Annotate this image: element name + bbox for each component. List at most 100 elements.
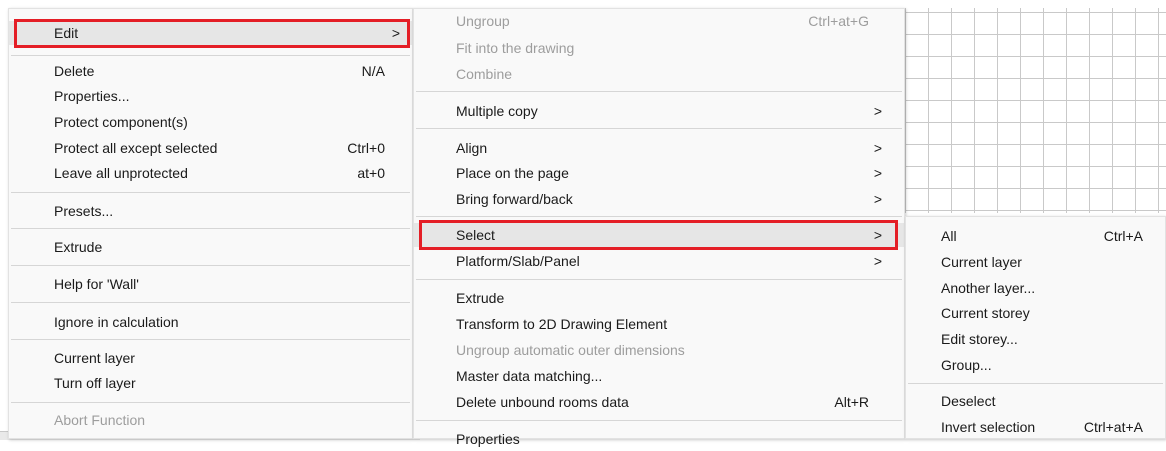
menu-item-bring-forward[interactable]: Bring forward/back > <box>414 187 904 211</box>
submenu-edit: Ungroup Ctrl+at+G Fit into the drawing C… <box>413 8 905 447</box>
menu-item-all[interactable]: All Ctrl+A <box>906 224 1165 248</box>
context-menu-main: Edit > Delete N/A Properties... Protect … <box>8 8 413 439</box>
menu-item-combine-label: Combine <box>456 66 513 82</box>
menu-item-presets-label: Presets... <box>54 203 114 219</box>
menu-separator <box>11 339 410 340</box>
menu-separator <box>11 402 410 403</box>
menu-separator <box>416 128 902 129</box>
menu-item-delete[interactable]: Delete N/A <box>9 59 412 83</box>
menu-item-edit-storey[interactable]: Edit storey... <box>906 327 1165 351</box>
menu-item-edit-storey-label: Edit storey... <box>941 331 1018 347</box>
chevron-right-icon: > <box>873 140 883 156</box>
menu-item-current-layer[interactable]: Current layer <box>906 250 1165 274</box>
menu-item-properties-label: Properties <box>456 431 520 447</box>
menu-separator <box>11 228 410 229</box>
menu-item-ungroup-shortcut: Ctrl+at+G <box>808 13 869 29</box>
menu-item-invert-selection-shortcut: Ctrl+at+A <box>1083 419 1143 435</box>
menu-item-protect-all-except[interactable]: Protect all except selected Ctrl+0 <box>9 136 412 160</box>
menu-item-fit-drawing-label: Fit into the drawing <box>456 40 575 56</box>
menu-item-all-shortcut: Ctrl+A <box>1103 228 1143 244</box>
menu-separator <box>11 192 410 193</box>
menu-item-all-label: All <box>941 228 957 244</box>
menu-separator <box>416 279 902 280</box>
menu-item-delete-unbound-label: Delete unbound rooms data <box>456 394 629 410</box>
menu-item-help-wall[interactable]: Help for 'Wall' <box>9 272 412 296</box>
menu-item-multiple-copy[interactable]: Multiple copy > <box>414 99 904 123</box>
menu-item-current-storey-label: Current storey <box>941 305 1030 321</box>
menu-item-current-layer-label: Current layer <box>54 350 135 366</box>
menu-item-edit-label: Edit <box>54 25 79 41</box>
menu-item-delete-label: Delete <box>54 63 95 79</box>
menu-item-leave-unprotected[interactable]: Leave all unprotected at+0 <box>9 161 412 185</box>
menu-separator <box>416 216 902 217</box>
menu-separator <box>11 55 410 56</box>
menu-item-ungroup[interactable]: Ungroup Ctrl+at+G <box>414 9 904 33</box>
chevron-right-icon: > <box>873 165 883 181</box>
menu-item-platform[interactable]: Platform/Slab/Panel > <box>414 249 904 273</box>
menu-item-ignore-calc-label: Ignore in calculation <box>54 314 179 330</box>
menu-item-master-data-label: Master data matching... <box>456 368 603 384</box>
menu-separator <box>416 420 902 421</box>
menu-item-extrude-label: Extrude <box>54 239 103 255</box>
chevron-right-icon: > <box>873 227 883 243</box>
menu-item-delete-unbound-shortcut: Alt+R <box>834 394 869 410</box>
menu-item-group-label: Group... <box>941 357 992 373</box>
chevron-right-icon: > <box>873 191 883 207</box>
menu-item-leave-unprotected-shortcut: at+0 <box>357 165 385 181</box>
menu-item-bring-forward-label: Bring forward/back <box>456 191 573 207</box>
menu-item-extrude[interactable]: Extrude <box>414 286 904 310</box>
menu-separator <box>908 383 1163 384</box>
menu-item-protect-all-except-shortcut: Ctrl+0 <box>347 140 385 156</box>
menu-separator <box>11 302 410 303</box>
menu-item-place-on-page-label: Place on the page <box>456 165 569 181</box>
menu-item-place-on-page[interactable]: Place on the page > <box>414 161 904 185</box>
menu-item-ungroup-auto[interactable]: Ungroup automatic outer dimensions <box>414 338 904 362</box>
menu-item-combine[interactable]: Combine <box>414 62 904 86</box>
menu-item-align[interactable]: Align > <box>414 136 904 160</box>
menu-item-current-layer-label: Current layer <box>941 254 1022 270</box>
menu-item-ignore-calc[interactable]: Ignore in calculation <box>9 310 412 334</box>
menu-item-align-label: Align <box>456 140 488 156</box>
menu-item-select[interactable]: Select > <box>414 223 904 247</box>
menu-item-properties[interactable]: Properties <box>414 427 904 451</box>
menu-item-invert-selection-label: Invert selection <box>941 419 1036 435</box>
menu-item-fit-drawing[interactable]: Fit into the drawing <box>414 36 904 60</box>
menu-item-extrude-label: Extrude <box>456 290 505 306</box>
menu-separator <box>416 91 902 92</box>
menu-item-invert-selection[interactable]: Invert selection Ctrl+at+A <box>906 415 1165 439</box>
menu-item-help-wall-label: Help for 'Wall' <box>54 276 139 292</box>
menu-item-another-layer[interactable]: Another layer... <box>906 276 1165 300</box>
menu-item-turn-off-layer-label: Turn off layer <box>54 375 136 391</box>
menu-item-protect-components-label: Protect component(s) <box>54 114 188 130</box>
menu-item-presets[interactable]: Presets... <box>9 199 412 223</box>
menu-item-properties-label: Properties... <box>54 88 130 104</box>
menu-item-platform-label: Platform/Slab/Panel <box>456 253 580 269</box>
menu-item-protect-components[interactable]: Protect component(s) <box>9 110 412 134</box>
menu-item-deselect[interactable]: Deselect <box>906 389 1165 413</box>
menu-item-ungroup-auto-label: Ungroup automatic outer dimensions <box>456 342 685 358</box>
submenu-select: All Ctrl+A Current layer Another layer..… <box>905 216 1166 439</box>
menu-separator <box>11 265 410 266</box>
menu-item-transform-2d[interactable]: Transform to 2D Drawing Element <box>414 312 904 336</box>
menu-item-group[interactable]: Group... <box>906 353 1165 377</box>
chevron-right-icon: > <box>873 253 883 269</box>
menu-item-delete-shortcut: N/A <box>361 63 385 79</box>
drawing-grid-background <box>880 8 1166 213</box>
menu-item-abort-function-label: Abort Function <box>54 412 146 428</box>
menu-item-properties[interactable]: Properties... <box>9 84 412 108</box>
menu-item-delete-unbound[interactable]: Delete unbound rooms data Alt+R <box>414 390 904 414</box>
menu-item-another-layer-label: Another layer... <box>941 280 1036 296</box>
menu-item-current-storey[interactable]: Current storey <box>906 301 1165 325</box>
menu-item-turn-off-layer[interactable]: Turn off layer <box>9 371 412 395</box>
menu-item-extrude[interactable]: Extrude <box>9 235 412 259</box>
menu-item-leave-unprotected-label: Leave all unprotected <box>54 165 188 181</box>
menu-item-abort-function[interactable]: Abort Function <box>9 408 412 432</box>
menu-item-protect-all-except-label: Protect all except selected <box>54 140 218 156</box>
menu-item-edit[interactable]: Edit > <box>9 21 412 45</box>
menu-item-select-label: Select <box>456 227 495 243</box>
menu-item-current-layer[interactable]: Current layer <box>9 346 412 370</box>
menu-item-transform-2d-label: Transform to 2D Drawing Element <box>456 316 668 332</box>
menu-item-master-data[interactable]: Master data matching... <box>414 364 904 388</box>
chevron-right-icon: > <box>873 103 883 119</box>
menu-item-multiple-copy-label: Multiple copy <box>456 103 538 119</box>
